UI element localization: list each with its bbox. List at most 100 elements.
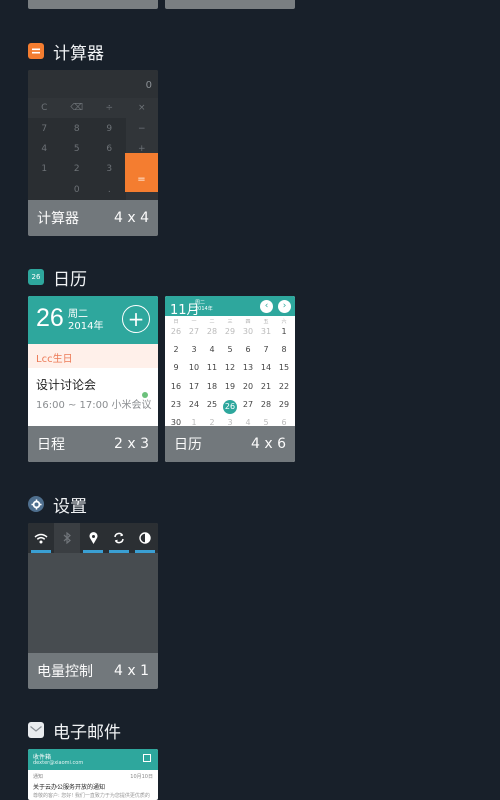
calc-key[interactable]: 2	[60, 159, 93, 180]
section-title: 设置	[53, 496, 87, 517]
day-cell[interactable]: 10	[185, 361, 203, 379]
day-cell[interactable]: 14	[257, 361, 275, 379]
day-cell[interactable]: 13	[239, 361, 257, 379]
day-cell[interactable]: 5	[221, 343, 239, 361]
birthday-item[interactable]: Lcc生日	[28, 344, 158, 368]
widget-size: 4 x 4	[114, 210, 149, 226]
settings-gear-icon	[28, 496, 44, 512]
section-header-settings: 设置	[28, 493, 87, 517]
calc-key[interactable]: ÷	[93, 98, 126, 119]
calc-key[interactable]: 1	[28, 159, 61, 180]
calc-key[interactable]: −	[125, 118, 158, 139]
calc-key[interactable]: 9	[93, 118, 126, 139]
day-cell[interactable]: 27	[185, 325, 203, 343]
day-cell[interactable]: 6	[239, 343, 257, 361]
day-cell[interactable]: 7	[257, 343, 275, 361]
day-cell[interactable]: 18	[203, 380, 221, 398]
agenda-header: 26 周二 2014年 +	[28, 296, 158, 344]
section-title: 电子邮件	[53, 722, 121, 743]
widget-footer: 日程 2 x 3	[28, 426, 158, 462]
month-subtitle: 周二 2014年	[195, 300, 213, 312]
day-cell[interactable]: 28	[203, 325, 221, 343]
brightness-toggle[interactable]	[132, 523, 158, 553]
calc-key[interactable]: ⌫	[60, 98, 93, 119]
weekday-label: 日	[173, 319, 179, 325]
location-toggle[interactable]	[80, 523, 106, 553]
agenda-widget[interactable]: 26 周二 2014年 + Lcc生日 设计讨论会 16:00 ~ 17:00 …	[28, 296, 158, 462]
weekday-label: 三	[227, 319, 233, 325]
day-cell[interactable]: 26	[167, 325, 185, 343]
agenda-weekday-year: 周二 2014年	[68, 309, 103, 333]
day-cell[interactable]: 9	[167, 361, 185, 379]
day-cell[interactable]: 21	[257, 380, 275, 398]
calc-key[interactable]: ×	[125, 98, 158, 119]
calc-key[interactable]: 0	[60, 179, 93, 200]
calc-key[interactable]: .	[93, 179, 126, 200]
compose-icon[interactable]	[143, 754, 151, 762]
widget-size: 2 x 3	[114, 436, 149, 452]
day-cell[interactable]: 29	[221, 325, 239, 343]
calc-key[interactable]	[28, 179, 61, 200]
day-cell[interactable]: 1	[275, 325, 293, 343]
event-title: 设计讨论会	[36, 378, 97, 392]
email-widget[interactable]: 收件箱 dexter@xiaomi.com 通知 10月10日 关于云办公服务开…	[28, 749, 158, 800]
widget-name: 电量控制	[37, 664, 93, 680]
day-cell[interactable]: 19	[221, 380, 239, 398]
section-title: 日历	[53, 269, 87, 290]
day-cell[interactable]: 12	[221, 361, 239, 379]
calc-key[interactable]: 8	[60, 118, 93, 139]
day-cell[interactable]: 26	[221, 398, 239, 416]
section-header-calculator: 计算器	[28, 40, 104, 64]
day-cell[interactable]: 22	[275, 380, 293, 398]
day-cell[interactable]: 30	[239, 325, 257, 343]
day-cell[interactable]: 15	[275, 361, 293, 379]
previous-widget-card-right[interactable]	[165, 0, 295, 9]
day-cell[interactable]: 20	[239, 380, 257, 398]
day-cell[interactable]: 11	[203, 361, 221, 379]
wifi-toggle[interactable]	[28, 523, 54, 553]
email-account: dexter@xiaomi.com	[33, 760, 84, 766]
day-cell[interactable]: 25	[203, 398, 221, 416]
day-cell[interactable]: 23	[167, 398, 185, 416]
day-cell[interactable]: 8	[275, 343, 293, 361]
day-cell[interactable]: 28	[257, 398, 275, 416]
day-cell[interactable]: 24	[185, 398, 203, 416]
day-cell[interactable]: 17	[185, 380, 203, 398]
calc-key[interactable]: 4	[28, 138, 61, 160]
calc-key[interactable]: 5	[60, 138, 93, 160]
calc-key[interactable]: C	[28, 98, 61, 119]
weekday-label: 六	[281, 319, 287, 325]
previous-widget-card-left[interactable]	[28, 0, 158, 9]
day-cell[interactable]: 27	[239, 398, 257, 416]
day-cell[interactable]: 29	[275, 398, 293, 416]
agenda-day: 26	[36, 304, 64, 332]
event-status-dot	[142, 392, 148, 398]
add-event-button[interactable]: +	[122, 305, 150, 333]
month-calendar-widget[interactable]: 11月 周二 2014年 ‹ › 日一二三四五六 26 27 28 29 30 31 1 2 3 4…	[165, 296, 295, 462]
calc-key[interactable]: 3	[93, 159, 126, 180]
calc-key[interactable]: 6	[93, 138, 126, 160]
day-cell[interactable]: 16	[167, 380, 185, 398]
widget-size: 4 x 1	[114, 663, 149, 679]
prev-month-button[interactable]: ‹	[260, 300, 273, 313]
event-item[interactable]: 设计讨论会 16:00 ~ 17:00 小米会议	[28, 368, 158, 411]
day-cell[interactable]: 3	[185, 343, 203, 361]
sync-toggle[interactable]	[106, 523, 132, 553]
widget-footer: 计算器 4 x 4	[28, 200, 158, 236]
calculator-icon	[28, 43, 44, 59]
widget-size: 4 x 6	[251, 436, 286, 452]
power-toggle-bar	[28, 523, 158, 553]
day-cell[interactable]: 2	[167, 343, 185, 361]
email-date: 10月10日	[130, 774, 153, 780]
calc-key[interactable]: 7	[28, 118, 61, 139]
email-list-item[interactable]: 通知 10月10日 关于云办公服务开放的通知 尊敬的客户: 您好! 我们一直致力…	[28, 770, 158, 800]
calc-equals-button[interactable]	[125, 153, 158, 192]
day-cell[interactable]: 4	[203, 343, 221, 361]
day-cell[interactable]: 31	[257, 325, 275, 343]
agenda-weekday: 周二	[68, 309, 88, 320]
month-year: 2014年	[195, 306, 213, 312]
bluetooth-toggle[interactable]	[54, 523, 80, 553]
next-month-button[interactable]: ›	[278, 300, 291, 313]
power-control-widget[interactable]: 电量控制 4 x 1	[28, 523, 158, 689]
sync-icon	[114, 532, 124, 544]
